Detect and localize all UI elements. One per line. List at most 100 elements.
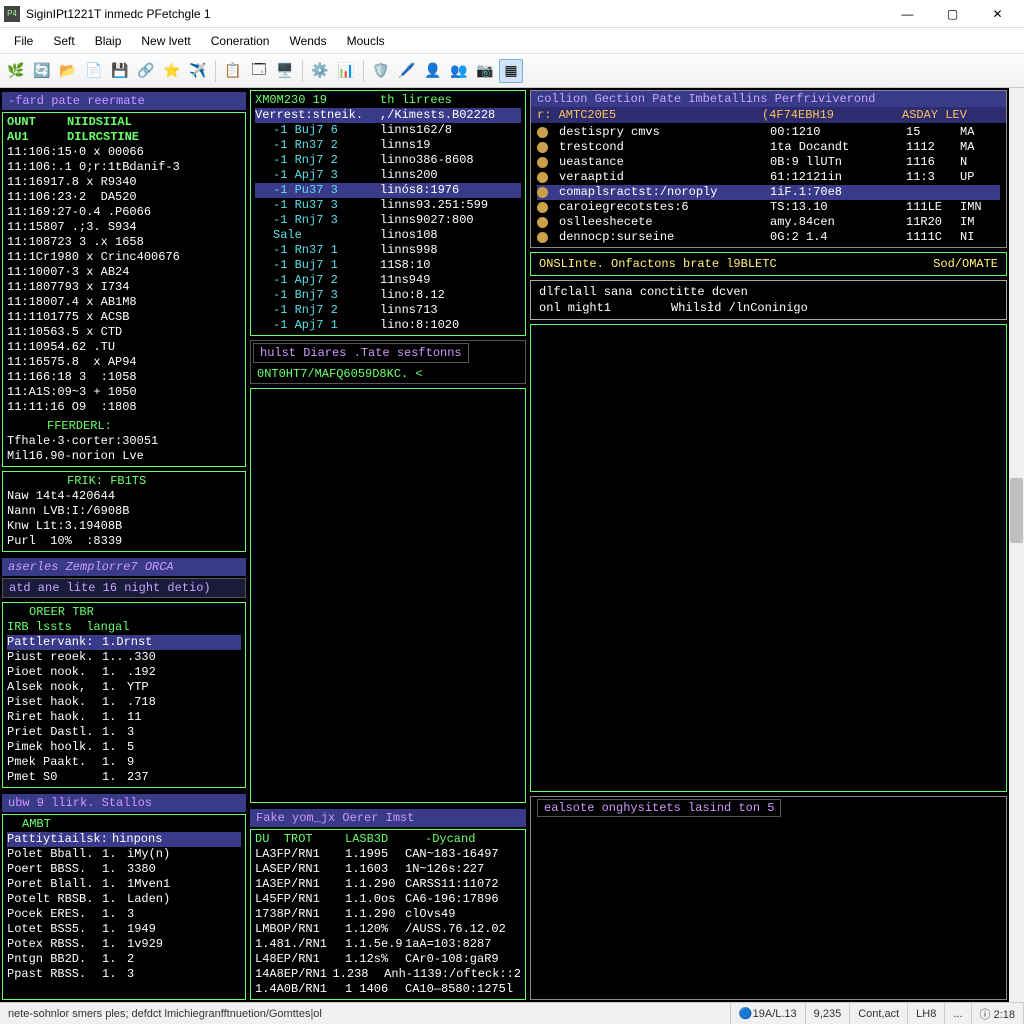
mid-row[interactable]: Salelinos108 — [255, 228, 521, 243]
right-bottom-band[interactable]: ealsote onghysitets lasind ton 5 — [537, 799, 781, 817]
data-row[interactable]: 11:1807793 x I734 — [7, 280, 241, 295]
list-row[interactable]: Pocek ERES.1.3 — [7, 907, 241, 922]
list-row[interactable]: LMBOP/RN11.120%/AUSS.76.12.02 — [255, 922, 521, 937]
menu-newlvett[interactable]: New lvett — [131, 31, 200, 51]
menu-coneration[interactable]: Coneration — [201, 31, 280, 51]
scrollbar-thumb[interactable] — [1010, 478, 1023, 543]
tb-adduser-icon[interactable]: 👥 — [447, 59, 471, 83]
tb-pen-icon[interactable]: 🖊️ — [395, 59, 419, 83]
list-row[interactable]: L48EP/RN11.12s%CAr0-108:gaR9 — [255, 952, 521, 967]
list-row[interactable]: Priet Dastl.1.3 — [7, 725, 241, 740]
menu-blaip[interactable]: Blaip — [85, 31, 132, 51]
mid-row[interactable]: -1 Apj7 1lino:8:1020 — [255, 318, 521, 333]
list-row[interactable]: Potelt RBSB.1.Laden) — [7, 892, 241, 907]
list-row[interactable]: L45FP/RN11.1.0osCA6-196:17896 — [255, 892, 521, 907]
tb-sync-icon[interactable]: 🔄 — [30, 59, 54, 83]
data-row[interactable]: 11:166:18 3 :1058 — [7, 370, 241, 385]
mid-selected[interactable]: Verrest:stneik.,/Kimests.B02228 — [255, 108, 521, 123]
right-row[interactable]: destispry cmvs00:121015MA — [537, 125, 1000, 140]
right-row[interactable]: ueastance0B:9 llUTn1116N — [537, 155, 1000, 170]
right-row[interactable]: veraaptid61:12121in11:3UP — [537, 170, 1000, 185]
amt-selected[interactable]: Pattiytiailsk:hinpons — [7, 832, 241, 847]
tb-window-icon[interactable]: 🗔 — [247, 59, 271, 83]
data-row[interactable]: 11:169:27-0.4 .P6066 — [7, 205, 241, 220]
order-selected[interactable]: Pattlervank:1.Drnst — [7, 635, 241, 650]
tb-plane-icon[interactable]: ✈️ — [186, 59, 210, 83]
vertical-scrollbar[interactable] — [1009, 88, 1024, 1002]
tb-monitor-icon[interactable]: 🖥️ — [273, 59, 297, 83]
section3-band[interactable]: ubw 9 llirk. Stallos — [2, 794, 246, 812]
list-row[interactable]: Pioet nook.1..192 — [7, 665, 241, 680]
menu-file[interactable]: File — [4, 31, 43, 51]
list-row[interactable]: Poert BBSS.1.3380 — [7, 862, 241, 877]
menu-wends[interactable]: Wends — [279, 31, 336, 51]
minimize-button[interactable]: — — [885, 0, 930, 28]
data-row[interactable]: 11:A1S:09~3 + 1050 — [7, 385, 241, 400]
data-row[interactable]: 11:11:16 O9 :1808 — [7, 400, 241, 415]
right-row[interactable]: comaplsractst:/noroply1iF.1:70e8 — [537, 185, 1000, 200]
list-row[interactable]: 14A8EP/RN11.238Anh-1139:/ofteck::2 — [255, 967, 521, 982]
mid-row[interactable]: -1 Rnj7 3linns9027:800 — [255, 213, 521, 228]
tb-user-icon[interactable]: 👤 — [421, 59, 445, 83]
list-row[interactable]: Pimek hoolk.1.5 — [7, 740, 241, 755]
data-row[interactable]: 11:15807 .;3. S934 — [7, 220, 241, 235]
list-row[interactable]: Poret Blall.1.1Mven1 — [7, 877, 241, 892]
list-row[interactable]: Ppast RBSS.1.3 — [7, 967, 241, 982]
sessions-band[interactable]: hulst Diares .Tate sesftonns — [253, 343, 469, 363]
data-row[interactable]: 11:1101775 x ACSB — [7, 310, 241, 325]
list-row[interactable]: 1A3EP/RN11.1.290CARSS11:11072 — [255, 877, 521, 892]
tb-list-icon[interactable]: 📋 — [221, 59, 245, 83]
mid-row[interactable]: -1 Buj7 111S8:10 — [255, 258, 521, 273]
menu-seft[interactable]: Seft — [43, 31, 84, 51]
tb-link-icon[interactable]: 🔗 — [134, 59, 158, 83]
data-row[interactable]: 11:16575.8 x AP94 — [7, 355, 241, 370]
data-row[interactable]: 11:18007.4 x AB1M8 — [7, 295, 241, 310]
mid-row[interactable]: -1 Rn37 1linns998 — [255, 243, 521, 258]
list-row[interactable]: 1.4A0B/RN11 1406CA10—8580:1275l — [255, 982, 521, 997]
maximize-button[interactable]: ▢ — [930, 0, 975, 28]
list-row[interactable]: Lotet BSS5.1.1949 — [7, 922, 241, 937]
data-row[interactable]: 11:1Cr1980 x Crinc400676 — [7, 250, 241, 265]
right-row[interactable]: trestcond1ta Docandt1112MA — [537, 140, 1000, 155]
mid-row[interactable]: -1 Buj7 6linns162/8 — [255, 123, 521, 138]
list-row[interactable]: Alsek nook,1.YTP — [7, 680, 241, 695]
data-row[interactable]: 11:10563.5 x CTD — [7, 325, 241, 340]
tb-terminal-icon[interactable]: ▦ — [499, 59, 523, 83]
mid-row[interactable]: -1 Pu37 3linós8:1976 — [255, 183, 521, 198]
cmd-box[interactable]: dlfclall sana conctitte dcven onl might1… — [530, 280, 1007, 320]
tb-camera-icon[interactable]: 📷 — [473, 59, 497, 83]
mid-row[interactable]: -1 Apj7 211ns949 — [255, 273, 521, 288]
mid-row[interactable]: -1 Bnj7 3lino:8.12 — [255, 288, 521, 303]
right-row[interactable]: caroiegrecotstes:6TS:13.10111LEIMN — [537, 200, 1000, 215]
data-row[interactable]: 11:16917.8 x R9340 — [7, 175, 241, 190]
data-row[interactable]: 11:106:23·2 DA520 — [7, 190, 241, 205]
list-row[interactable]: LA3FP/RN11.1995CAN~183-16497 — [255, 847, 521, 862]
tb-shield-icon[interactable]: 🛡️ — [369, 59, 393, 83]
list-row[interactable]: Pmek Paakt.1.9 — [7, 755, 241, 770]
mid-row[interactable]: -1 Rnj7 2linns713 — [255, 303, 521, 318]
list-row[interactable]: LASEP/RN11.16031N~126s:227 — [255, 862, 521, 877]
mid-row[interactable]: -1 Ru37 3linns93.251:599 — [255, 198, 521, 213]
list-row[interactable]: Potex RBSS.1.1v929 — [7, 937, 241, 952]
mid-row[interactable]: -1 Rnj7 2linno386-8608 — [255, 153, 521, 168]
list-row[interactable]: Polet Bball.1.iMy(n) — [7, 847, 241, 862]
left-tab[interactable]: -fard pate reermate — [2, 92, 246, 110]
mid-bottom-band[interactable]: Fake yom_jx Oerer Imst — [250, 809, 526, 827]
right-row[interactable]: oslleesheceteamy.84cen11R20IM — [537, 215, 1000, 230]
list-row[interactable]: 1.481./RN11.1.5e.91aA=103:8287 — [255, 937, 521, 952]
data-row[interactable]: 11:10954.62 .TU — [7, 340, 241, 355]
mid-row[interactable]: -1 Apj7 3linns200 — [255, 168, 521, 183]
mid-row[interactable]: -1 Rn37 2linns19 — [255, 138, 521, 153]
data-row[interactable]: 11:108723 3 .x 1658 — [7, 235, 241, 250]
tb-star-icon[interactable]: ⭐ — [160, 59, 184, 83]
list-row[interactable]: 1738P/RN11.1.290clOvs49 — [255, 907, 521, 922]
list-row[interactable]: Pntgn BB2D.1.2 — [7, 952, 241, 967]
list-row[interactable]: Pmet S01.237 — [7, 770, 241, 785]
list-row[interactable]: Riret haok.1.11 — [7, 710, 241, 725]
list-row[interactable]: Piust reoek.1...330 — [7, 650, 241, 665]
data-row[interactable]: 11:10007·3 x AB24 — [7, 265, 241, 280]
tb-chart-icon[interactable]: 📊 — [334, 59, 358, 83]
tb-save-icon[interactable]: 💾 — [108, 59, 132, 83]
tb-doc-icon[interactable]: 📄 — [82, 59, 106, 83]
tb-folder-icon[interactable]: 📂 — [56, 59, 80, 83]
